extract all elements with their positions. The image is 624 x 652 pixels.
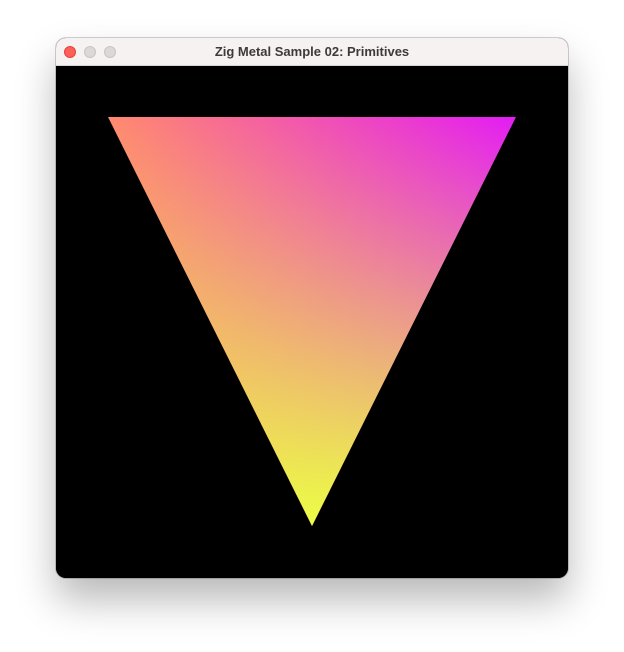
canvas-svg [108,117,516,526]
render-canvas [56,66,568,578]
triangle-primitive-blend [108,117,516,526]
app-window: Zig Metal Sample 02: Primitives [56,38,568,578]
window-title: Zig Metal Sample 02: Primitives [214,44,410,59]
title-bar[interactable]: Zig Metal Sample 02: Primitives [56,38,568,66]
